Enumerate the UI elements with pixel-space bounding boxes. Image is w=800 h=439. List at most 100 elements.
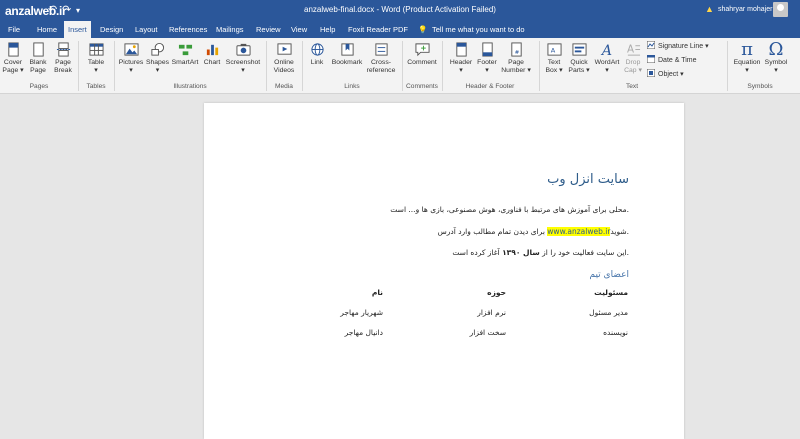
wordart-icon: A	[600, 43, 612, 57]
document-page[interactable]: سایت انزل وب .محلی برای آموزش های مرتبط …	[204, 103, 684, 439]
group-illustrations-label: Illustrations	[173, 83, 207, 90]
pictures-icon	[123, 43, 139, 56]
symbol-button[interactable]: Ω Symbol ▾	[762, 41, 790, 75]
tab-foxit-reader-pdf[interactable]: Foxit Reader PDF	[344, 21, 412, 38]
dropdown-arrow-icon: ▾	[745, 67, 749, 74]
blank-page-button[interactable]: Blank Page	[27, 42, 49, 75]
screenshot-label: Screenshot	[225, 59, 261, 66]
dropdown-arrow-icon: ▾	[557, 67, 563, 74]
pi-icon: π	[741, 39, 753, 60]
page-number-button[interactable]: # Page Number ▾	[501, 42, 531, 75]
document-title: anzalweb-final.docx - Word (Product Acti…	[304, 5, 496, 14]
shapes-label: Shapes	[145, 59, 170, 66]
equation-button[interactable]: π Equation ▾	[731, 41, 763, 75]
paragraph-intro[interactable]: .محلی برای آموزش های مرتبط با فناوری، هو…	[390, 205, 629, 214]
tab-references[interactable]: References	[165, 21, 211, 38]
text-box-button[interactable]: A Text Box ▾	[543, 42, 565, 75]
shapes-button[interactable]: Shapes ▾	[145, 42, 170, 75]
bookmark-icon	[340, 43, 354, 56]
cross-reference-label: Cross- reference	[366, 59, 396, 74]
page-break-icon	[56, 42, 70, 57]
tab-help[interactable]: Help	[316, 21, 339, 38]
tab-home[interactable]: Home	[33, 21, 61, 38]
group-symbols-label: Symbols	[747, 83, 773, 90]
tab-view[interactable]: View	[287, 21, 311, 38]
smartart-icon	[178, 44, 192, 56]
tab-layout[interactable]: Layout	[131, 21, 162, 38]
user-name[interactable]: shahryar mohajer	[718, 6, 772, 13]
date-time-button[interactable]: Date & Time	[647, 55, 697, 66]
pictures-label: Pictures	[118, 59, 144, 66]
footer-button[interactable]: Footer ▾	[474, 42, 500, 75]
tab-mailings[interactable]: Mailings	[212, 21, 248, 38]
table-button[interactable]: Table ▾	[83, 42, 109, 75]
bookmark-button[interactable]: Bookmark	[330, 42, 364, 67]
online-video-icon	[276, 43, 292, 55]
table-header-cell: نام	[371, 288, 383, 297]
object-button[interactable]: Object ▾	[647, 69, 684, 80]
online-videos-button[interactable]: Online Videos	[270, 42, 298, 75]
comment-icon	[414, 43, 430, 57]
comment-button[interactable]: Comment	[405, 42, 439, 67]
website-link[interactable]: www.anzalweb.ir	[547, 227, 611, 236]
link-icon	[310, 43, 324, 56]
title-bar: anzalweb.ir ↶ ↷ ▾ anzalweb-final.docx - …	[0, 0, 800, 21]
object-label: Object	[658, 71, 679, 78]
table-label: Table	[87, 59, 105, 66]
paragraph-address[interactable]: .شویدwww.anzalweb.ir برای دیدن تمام مطال…	[438, 227, 629, 236]
page-break-button[interactable]: Page Break	[51, 42, 75, 75]
ribbon-tabs: File Home Insert Design Layout Reference…	[0, 21, 800, 38]
paragraph-address-start: .شوید	[610, 227, 629, 236]
chart-icon	[206, 44, 218, 56]
group-divider	[442, 41, 443, 91]
group-divider	[727, 41, 728, 91]
group-links-label: Links	[344, 83, 360, 90]
screenshot-button[interactable]: Screenshot ▾	[224, 42, 262, 75]
dropdown-arrow-icon: ▾	[774, 67, 778, 74]
smartart-label: SmartArt	[171, 59, 199, 66]
avatar[interactable]	[773, 2, 788, 17]
page-break-label: Page Break	[54, 59, 72, 74]
tell-me-search[interactable]: Tell me what you want to do	[428, 21, 529, 38]
quick-parts-icon	[571, 43, 587, 56]
table-header-cell: حوزه	[487, 288, 506, 297]
quick-parts-button[interactable]: Quick Parts ▾	[567, 42, 591, 75]
tab-file[interactable]: File	[4, 21, 24, 38]
paragraph-history-start: .این سایت فعالیت خود را از	[542, 248, 629, 257]
document-title[interactable]: سایت انزل وب	[547, 172, 629, 187]
svg-text:A: A	[600, 43, 612, 57]
svg-text:A: A	[550, 46, 555, 54]
chart-button[interactable]: Chart	[201, 42, 223, 67]
drop-cap-button[interactable]: A Drop Cap ▾	[622, 42, 644, 75]
smartart-button[interactable]: SmartArt	[170, 42, 200, 67]
year-bold-text: سال ۱۳۹۰	[502, 248, 540, 257]
group-divider	[302, 41, 303, 91]
dropdown-arrow-icon: ▾	[703, 43, 709, 50]
drop-cap-icon: A	[626, 43, 640, 56]
table-cell: نویسنده	[603, 328, 628, 337]
tab-insert[interactable]: Insert	[64, 21, 91, 38]
link-label: Link	[310, 59, 324, 66]
equation-label: Equation	[733, 59, 761, 66]
online-videos-label: Online Videos	[273, 59, 295, 74]
team-heading[interactable]: اعضای تیم	[589, 270, 629, 280]
cover-page-button[interactable]: Cover Page ▾	[2, 42, 24, 75]
group-divider	[539, 41, 540, 91]
signature-line-button[interactable]: Signature Line ▾	[647, 41, 709, 52]
dropdown-arrow-icon: ▾	[485, 67, 489, 74]
pictures-button[interactable]: Pictures ▾	[118, 42, 144, 75]
header-button[interactable]: Header ▾	[447, 42, 475, 75]
paragraph-history-end: آغاز کرده است	[452, 248, 500, 257]
tab-review[interactable]: Review	[252, 21, 285, 38]
table-cell: سخت افزار	[469, 328, 506, 337]
link-button[interactable]: Link	[306, 42, 328, 67]
wordart-button[interactable]: A WordArt ▾	[592, 42, 622, 75]
cross-reference-button[interactable]: Cross- reference	[364, 42, 398, 75]
chart-label: Chart	[203, 59, 221, 66]
svg-text:#: #	[514, 50, 519, 56]
footer-label: Footer	[477, 59, 497, 66]
bookmark-label: Bookmark	[331, 59, 363, 66]
paragraph-history[interactable]: .این سایت فعالیت خود را از سال ۱۳۹۰ آغاز…	[452, 248, 629, 257]
group-header-footer-label: Header & Footer	[465, 83, 515, 90]
tab-design[interactable]: Design	[96, 21, 127, 38]
